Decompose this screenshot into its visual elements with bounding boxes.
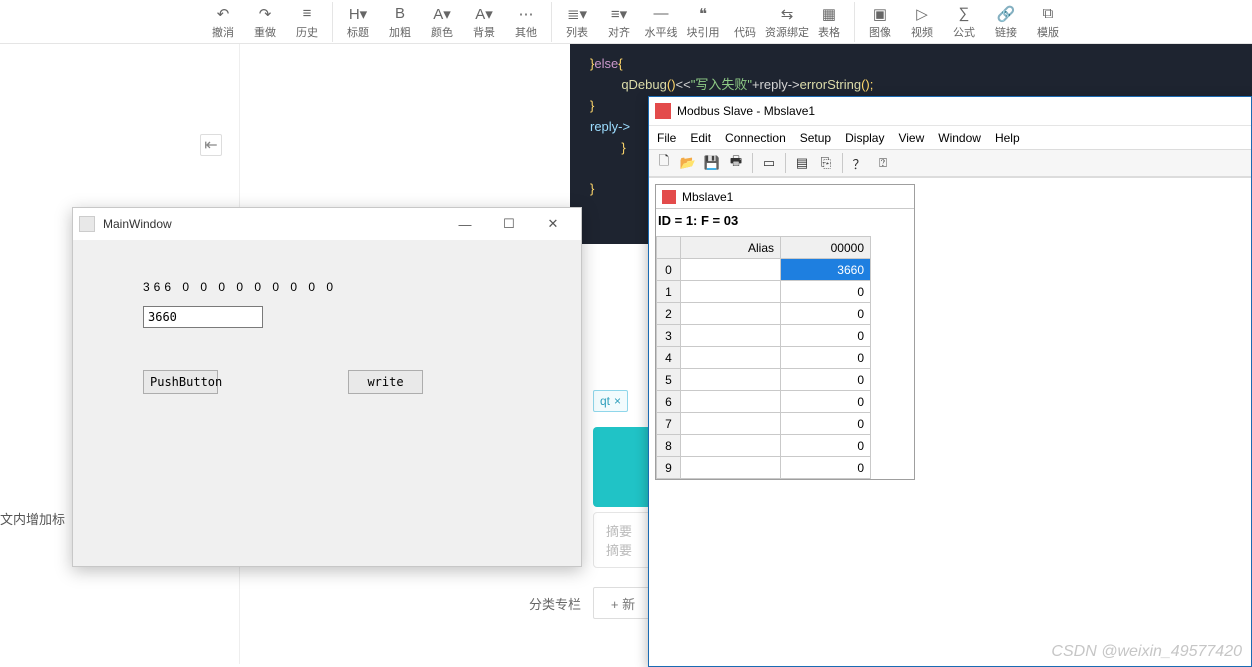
menu-help[interactable]: Help bbox=[995, 131, 1020, 145]
toolbar-表格[interactable]: ▦表格 bbox=[808, 2, 850, 42]
new-icon[interactable]: 🗋 bbox=[653, 152, 675, 174]
menu-window[interactable]: Window bbox=[938, 131, 981, 145]
table-row[interactable]: 30 bbox=[657, 325, 871, 347]
table-row[interactable]: 80 bbox=[657, 435, 871, 457]
copy-icon[interactable]: ⎘ bbox=[815, 152, 837, 174]
menu-display[interactable]: Display bbox=[845, 131, 884, 145]
doc-icon[interactable]: ▤ bbox=[791, 152, 813, 174]
col-alias: Alias bbox=[681, 237, 781, 259]
table-row[interactable]: 90 bbox=[657, 457, 871, 479]
toolbar-重做[interactable]: ↷重做 bbox=[244, 2, 286, 42]
toolbar-icon: ⧉ bbox=[1043, 5, 1054, 23]
connect-icon[interactable]: ▭ bbox=[758, 152, 780, 174]
print-icon[interactable]: 🖶 bbox=[725, 152, 747, 174]
close-icon[interactable]: × bbox=[614, 394, 621, 408]
toolbar-块引用[interactable]: ❝块引用 bbox=[682, 2, 724, 42]
toolbar-icon: ≡▾ bbox=[611, 5, 627, 23]
modbus-id-line: ID = 1: F = 03 bbox=[656, 209, 914, 232]
write-button[interactable]: write bbox=[348, 370, 423, 394]
app-icon bbox=[79, 216, 95, 232]
tag-qt[interactable]: qt× bbox=[593, 390, 628, 412]
maximize-button[interactable]: ☐ bbox=[487, 209, 531, 239]
toolbar-加粗[interactable]: B加粗 bbox=[379, 2, 421, 42]
toolbar-撤消[interactable]: ↶撤消 bbox=[202, 2, 244, 42]
toolbar-icon: ≡ bbox=[303, 5, 312, 23]
minimize-button[interactable]: — bbox=[443, 209, 487, 239]
column-label: 分类专栏 bbox=[513, 594, 593, 613]
modbus-document: Mbslave1 ID = 1: F = 03 Alias 00000 0366… bbox=[655, 184, 915, 480]
toolbar-视频[interactable]: ▷视频 bbox=[901, 2, 943, 42]
add-column-button[interactable]: + 新 bbox=[593, 587, 653, 619]
outdent-icon[interactable]: ⇤ bbox=[200, 134, 222, 156]
menu-file[interactable]: File bbox=[657, 131, 676, 145]
toolbar-颜色[interactable]: A▾颜色 bbox=[421, 2, 463, 42]
toolbar-icon: ∑ bbox=[959, 5, 970, 23]
modbus-table: Alias 00000 03660102030405060708090 bbox=[656, 236, 871, 479]
toolbar-icon: A▾ bbox=[475, 5, 493, 23]
watermark: CSDN @weixin_49577420 bbox=[1051, 643, 1242, 661]
menu-connection[interactable]: Connection bbox=[725, 131, 786, 145]
table-row[interactable]: 70 bbox=[657, 413, 871, 435]
table-row[interactable]: 60 bbox=[657, 391, 871, 413]
left-hint-text: 文内增加标 bbox=[0, 509, 65, 528]
toolbar-水平线[interactable]: —水平线 bbox=[640, 2, 682, 42]
table-row[interactable]: 03660 bbox=[657, 259, 871, 281]
toolbar-icon: ≣▾ bbox=[567, 5, 587, 23]
qt-main-window: MainWindow — ☐ ✕ 366 0 0 0 0 0 0 0 0 0 P… bbox=[72, 207, 582, 567]
toolbar-其他[interactable]: ⋯其他 bbox=[505, 2, 547, 42]
col-index bbox=[657, 237, 681, 259]
toolbar-icon: A▾ bbox=[433, 5, 451, 23]
toolbar-标题[interactable]: H▾标题 bbox=[337, 2, 379, 42]
save-icon[interactable]: 💾 bbox=[701, 152, 723, 174]
modbus-doc-title: Mbslave1 bbox=[682, 190, 733, 204]
modbus-menubar: File Edit Connection Setup Display View Window… bbox=[649, 125, 1251, 149]
table-row[interactable]: 40 bbox=[657, 347, 871, 369]
toolbar-icon: ↷ bbox=[259, 5, 272, 23]
toolbar-代码[interactable]: 代码 bbox=[724, 2, 766, 42]
toolbar-icon: ⇆ bbox=[781, 5, 794, 23]
modbus-app-icon bbox=[655, 103, 671, 119]
toolbar-链接[interactable]: 🔗链接 bbox=[985, 2, 1027, 42]
modbus-window: Modbus Slave - Mbslave1 File Edit Connecti… bbox=[648, 96, 1252, 667]
table-row[interactable]: 20 bbox=[657, 303, 871, 325]
toolbar-icon: ▦ bbox=[822, 5, 836, 23]
modbus-title-text: Modbus Slave - Mbslave1 bbox=[677, 104, 815, 118]
toolbar-历史[interactable]: ≡历史 bbox=[286, 2, 328, 42]
toolbar-icon: ▣ bbox=[873, 5, 887, 23]
table-row[interactable]: 50 bbox=[657, 369, 871, 391]
modbus-titlebar: Modbus Slave - Mbslave1 bbox=[649, 97, 1251, 125]
toolbar-icon: H▾ bbox=[349, 5, 367, 23]
toolbar-资源绑定[interactable]: ⇆资源绑定 bbox=[766, 2, 808, 42]
toolbar-icon: B bbox=[395, 5, 405, 23]
table-row[interactable]: 10 bbox=[657, 281, 871, 303]
whatsthis-icon[interactable]: ⍰ bbox=[872, 152, 894, 174]
toolbar-icon: — bbox=[654, 5, 669, 23]
open-icon[interactable]: 📂 bbox=[677, 152, 699, 174]
qt-value-input[interactable] bbox=[143, 306, 263, 328]
editor-toolbar: ↶撤消↷重做≡历史 H▾标题B加粗A▾颜色A▾背景⋯其他 ≣▾列表≡▾对齐—水平… bbox=[0, 0, 1252, 44]
toolbar-模版[interactable]: ⧉模版 bbox=[1027, 2, 1069, 42]
qt-display-label: 366 0 0 0 0 0 0 0 0 0 bbox=[143, 280, 511, 294]
toolbar-图像[interactable]: ▣图像 bbox=[859, 2, 901, 42]
close-button[interactable]: ✕ bbox=[531, 209, 575, 239]
toolbar-icon: ↶ bbox=[217, 5, 230, 23]
menu-setup[interactable]: Setup bbox=[800, 131, 831, 145]
menu-view[interactable]: View bbox=[898, 131, 924, 145]
toolbar-icon: ⋯ bbox=[519, 5, 534, 23]
qt-titlebar: MainWindow — ☐ ✕ bbox=[73, 208, 581, 240]
col-value: 00000 bbox=[781, 237, 871, 259]
help-icon[interactable]: ？ bbox=[848, 152, 870, 174]
toolbar-icon: 🔗 bbox=[997, 5, 1016, 23]
modbus-doc-icon bbox=[662, 190, 676, 204]
toolbar-列表[interactable]: ≣▾列表 bbox=[556, 2, 598, 42]
toolbar-icon: ▷ bbox=[916, 5, 928, 23]
qt-title-text: MainWindow bbox=[103, 217, 172, 231]
push-button[interactable]: PushButton bbox=[143, 370, 218, 394]
menu-edit[interactable]: Edit bbox=[690, 131, 711, 145]
toolbar-公式[interactable]: ∑公式 bbox=[943, 2, 985, 42]
toolbar-对齐[interactable]: ≡▾对齐 bbox=[598, 2, 640, 42]
toolbar-icon: ❝ bbox=[699, 5, 707, 23]
modbus-toolbar: 🗋 📂 💾 🖶 ▭ ▤ ⎘ ？ ⍰ bbox=[649, 149, 1251, 177]
toolbar-背景[interactable]: A▾背景 bbox=[463, 2, 505, 42]
